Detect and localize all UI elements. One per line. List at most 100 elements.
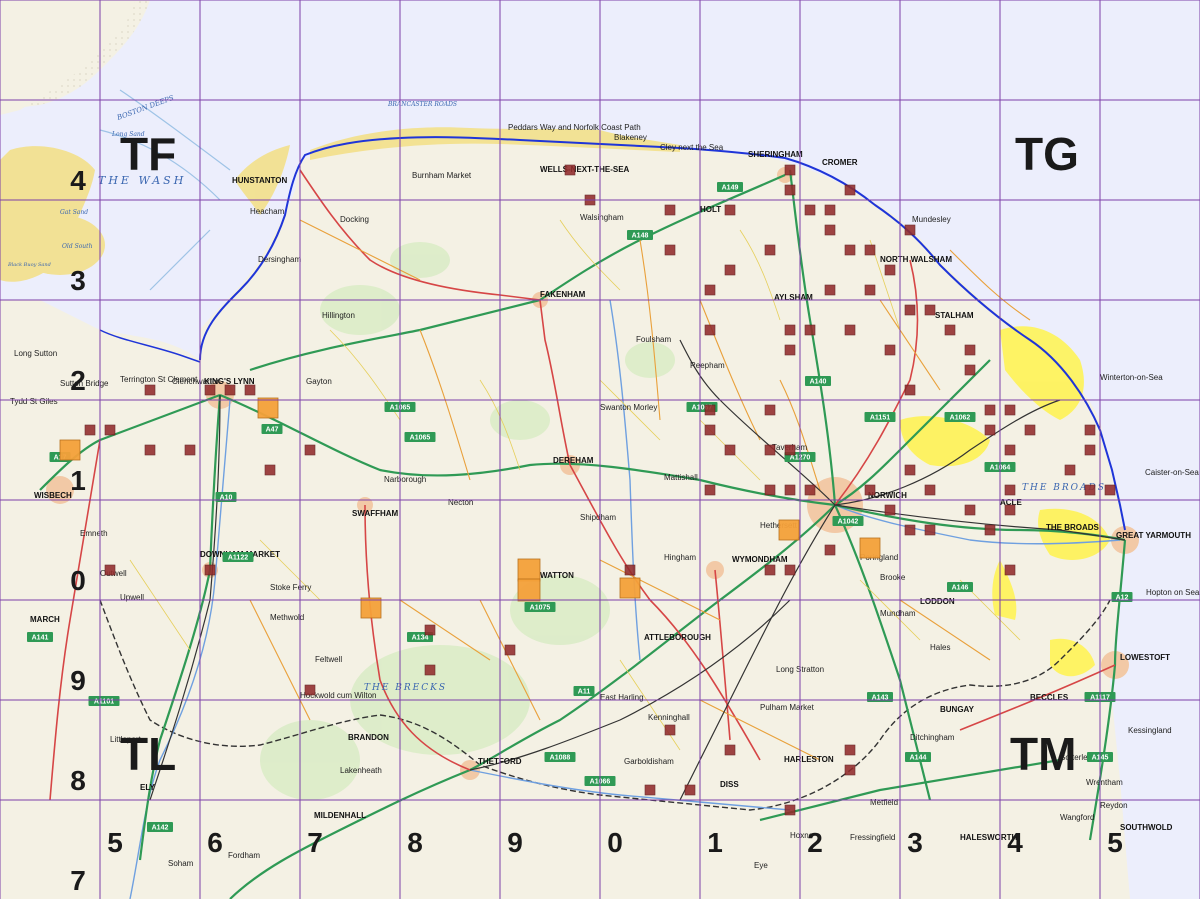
place-label-reepham: Reepham (690, 361, 725, 370)
grid-square-tm: TM (1010, 728, 1076, 780)
place-label-beccles: BECCLES (1030, 693, 1069, 702)
road-label-text: A1151 (870, 415, 890, 422)
northing-label: 1 (70, 465, 86, 496)
place-label-wangford: Wangford (1060, 813, 1094, 822)
place-label-mundesley: Mundesley (912, 215, 951, 224)
road-label-a142: A142 (147, 822, 173, 832)
road-label-text: A149 (722, 185, 739, 192)
place-label-docking: Docking (340, 215, 369, 224)
easting-label: 7 (307, 827, 323, 858)
road-label-text: A1075 (530, 605, 551, 612)
place-label-brandon: BRANDON (348, 733, 389, 742)
northing-label: 0 (70, 565, 86, 596)
sea-label-black-buoy: Black Buoy Sand (7, 262, 51, 268)
place-label-ely: ELY (140, 783, 155, 792)
place-label-holt: HOLT (700, 205, 721, 214)
road-label-text: A141 (32, 635, 49, 642)
place-label-hunstanton: HUNSTANTON (232, 176, 287, 185)
place-label-east-harling: East Harling (600, 693, 644, 702)
easting-label: 0 (607, 827, 623, 858)
place-label-loddon: LODDON (920, 597, 955, 606)
place-label-aylsham: AYLSHAM (774, 293, 813, 302)
place-label-blakeney: Blakeney (614, 133, 647, 142)
grid-square-tg: TG (1015, 128, 1079, 180)
northing-label: 3 (70, 265, 86, 296)
place-label-fordham: Fordham (228, 851, 260, 860)
place-label-metfield: Metfield (870, 798, 898, 807)
road-label-text: A1042 (838, 519, 859, 526)
road-label-text: A1122 (228, 555, 248, 562)
place-label-fressingfield: Fressingfield (850, 833, 895, 842)
northing-label: 4 (70, 165, 86, 196)
sea-label-old-south: Old South (62, 243, 93, 250)
northing-label: 8 (70, 765, 86, 796)
ordnance-survey-map[interactable]: KING'S LYNNDOWNHAM MARKETSWAFFHAMTHETFOR… (0, 0, 1200, 899)
place-label-sheringham: SHERINGHAM (748, 150, 803, 159)
road-label-a1042: A1042 (832, 516, 864, 526)
place-label-bungay: BUNGAY (940, 705, 975, 714)
place-label-dersingham: Dersingham (258, 255, 301, 264)
road-label-a1151: A1151 (864, 412, 896, 422)
road-label-a144: A144 (905, 752, 931, 762)
place-label-hopton: Hopton on Sea (1146, 588, 1200, 597)
place-label-shipdham: Shipdham (580, 513, 616, 522)
grid-square-tl: TL (120, 728, 176, 780)
place-label-winterton: Winterton-on-Sea (1100, 373, 1163, 382)
place-label-garboldisham: Garboldisham (624, 757, 674, 766)
place-label-gayton: Gayton (306, 377, 332, 386)
place-label-pulham: Pulham Market (760, 703, 815, 712)
road-label-a141: A141 (27, 632, 53, 642)
road-label-text: A140 (810, 379, 827, 386)
road-label-text: A1088 (550, 755, 571, 762)
place-label-eye: Eye (754, 861, 768, 870)
place-label-kessingland: Kessingland (1128, 726, 1172, 735)
northing-label: 2 (70, 365, 86, 396)
place-label-march: MARCH (30, 615, 60, 624)
area-label-the-brecks: THE BRECKS (364, 683, 447, 693)
place-label-attleborough: ATTLEBOROUGH (644, 633, 711, 642)
area-label-the-broads-small: THE BROADS (1046, 523, 1100, 532)
easting-label: 9 (507, 827, 523, 858)
road-label-text: A144 (910, 755, 927, 762)
road-label-text: A134 (412, 635, 429, 642)
easting-label: 2 (807, 827, 823, 858)
place-label-cley: Cley next the Sea (660, 143, 724, 152)
place-label-cromer: CROMER (822, 158, 858, 167)
place-label-harleston: HARLESTON (784, 755, 834, 764)
place-label-lakenheath: Lakenheath (340, 766, 382, 775)
place-label-lowestoft: LOWESTOFT (1120, 653, 1170, 662)
road-label-text: A148 (632, 233, 649, 240)
road-label-a1075: A1075 (524, 602, 556, 612)
place-label-long-sutton: Long Sutton (14, 349, 57, 358)
road-label-a1101: A1101 (88, 696, 120, 706)
place-label-narborough: Narborough (384, 475, 426, 484)
road-label-a47: A47 (261, 424, 283, 434)
place-label-diss: DISS (720, 780, 739, 789)
place-label-north-walsham: NORTH WALSHAM (880, 255, 952, 264)
road-label-text: A11 (578, 689, 591, 696)
place-label-great-yarmouth: GREAT YARMOUTH (1116, 531, 1191, 540)
road-label-a1122: A1122 (222, 552, 254, 562)
road-label-text: A1062 (950, 415, 971, 422)
easting-label: 6 (207, 827, 223, 858)
easting-label: 1 (707, 827, 723, 858)
place-label-wisbech: WISBECH (34, 491, 72, 500)
place-label-hingham: Hingham (664, 553, 696, 562)
place-label-methwold: Methwold (270, 613, 304, 622)
road-label-a140: A140 (805, 376, 831, 386)
northing-label: 9 (70, 665, 86, 696)
place-label-foulsham: Foulsham (636, 335, 671, 344)
road-label-text: A142 (152, 825, 169, 832)
place-label-soham: Soham (168, 859, 194, 868)
place-label-brooke: Brooke (880, 573, 906, 582)
place-label-stalham: STALHAM (935, 311, 974, 320)
place-label-watton: WATTON (540, 571, 574, 580)
road-label-text: A146 (952, 585, 969, 592)
place-label-tydd: Tydd St Giles (10, 397, 58, 406)
place-label-wells: WELLS-NEXT-THE-SEA (540, 165, 630, 174)
northing-label: 7 (70, 865, 86, 896)
place-label-upwell: Upwell (120, 593, 144, 602)
place-label-wrentham: Wrentham (1086, 778, 1123, 787)
place-label-emneth: Emneth (80, 529, 108, 538)
label-peddars-way: Peddars Way and Norfolk Coast Path (508, 123, 641, 132)
